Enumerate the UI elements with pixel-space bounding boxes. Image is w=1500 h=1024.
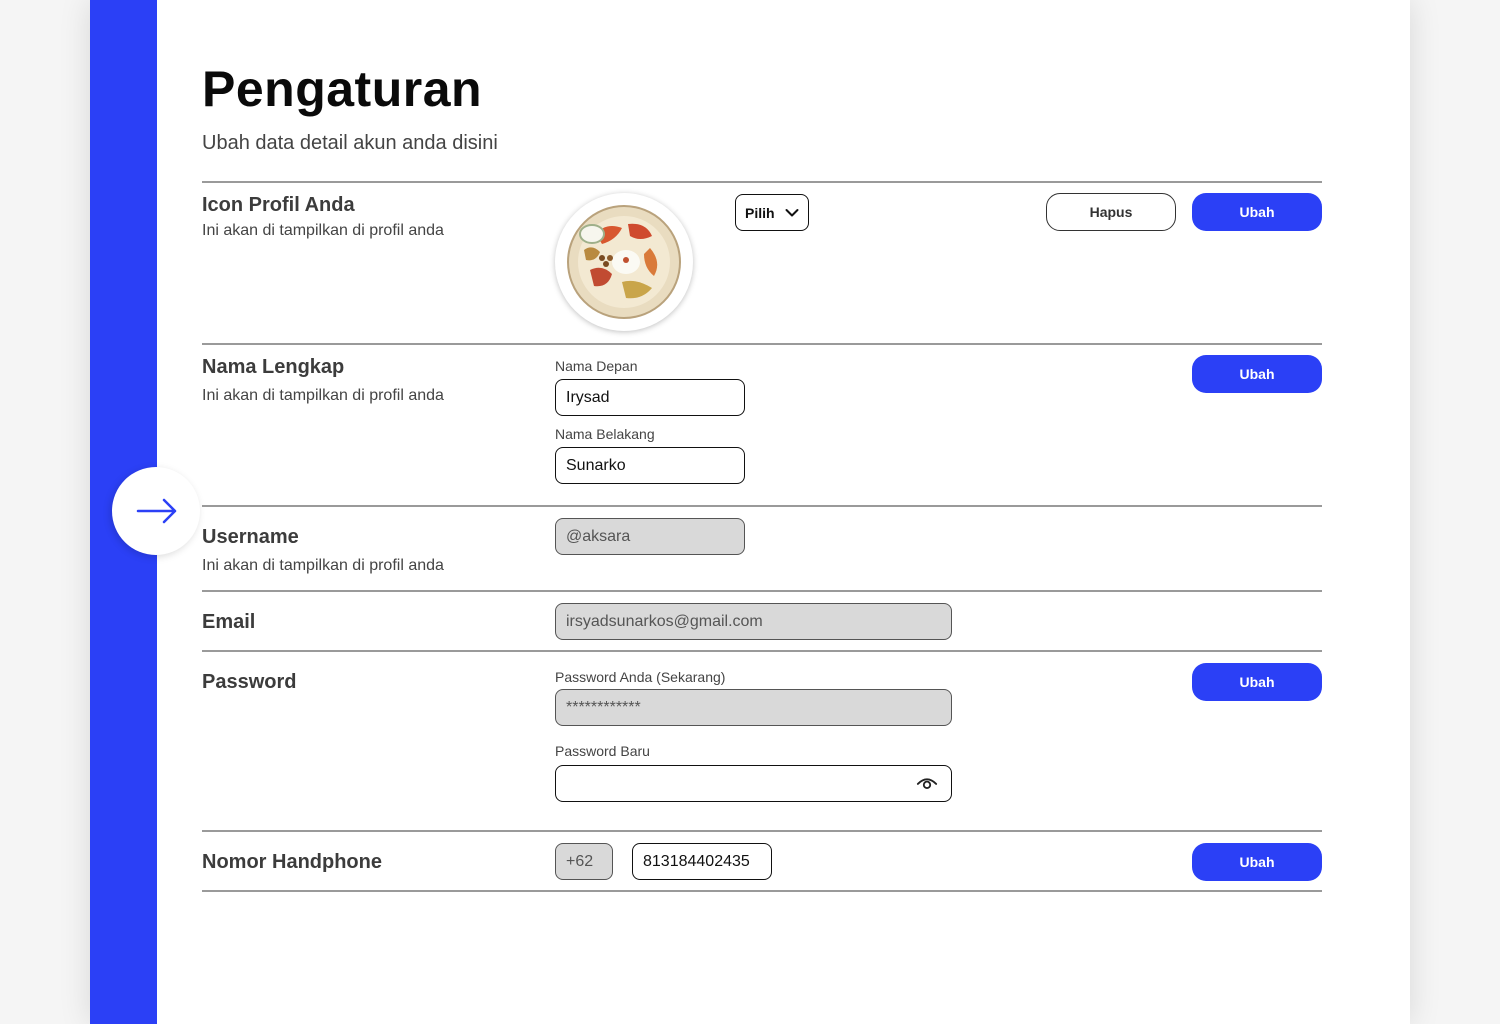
current-password-label: Password Anda (Sekarang) [555, 669, 726, 685]
username-label: Username [202, 526, 299, 548]
phone-number-field[interactable] [632, 843, 772, 880]
divider [202, 590, 1322, 592]
page-title: Pengaturan [202, 61, 483, 117]
settings-window: Pengaturan Ubah data detail akun anda di… [90, 0, 1410, 1024]
first-name-field[interactable] [555, 379, 745, 416]
email-label: Email [202, 611, 256, 633]
avatar-select-dropdown[interactable]: Pilih [735, 194, 809, 231]
avatar-select-label: Pilih [745, 204, 775, 221]
full-name-label: Nama Lengkap [202, 356, 345, 378]
avatar[interactable] [555, 193, 693, 331]
new-password-field[interactable] [555, 765, 952, 802]
profile-icon-description: Ini akan di tampilkan di profil anda [202, 222, 444, 239]
email-field[interactable] [555, 603, 952, 640]
profile-icon-label: Icon Profil Anda [202, 194, 355, 216]
divider [202, 505, 1322, 507]
divider [202, 343, 1322, 345]
change-name-button[interactable]: Ubah [1192, 355, 1322, 393]
chevron-down-icon [785, 208, 799, 216]
username-field[interactable] [555, 518, 745, 555]
country-code-field[interactable] [555, 843, 613, 880]
change-password-button[interactable]: Ubah [1192, 663, 1322, 701]
page-subtitle: Ubah data detail akun anda disini [202, 132, 498, 154]
delete-avatar-button[interactable]: Hapus [1046, 193, 1176, 231]
phone-label: Nomor Handphone [202, 851, 382, 873]
password-label: Password [202, 671, 297, 693]
divider [202, 181, 1322, 183]
change-phone-button[interactable]: Ubah [1192, 843, 1322, 881]
divider [202, 830, 1322, 832]
username-description: Ini akan di tampilkan di profil anda [202, 557, 444, 574]
new-password-label: Password Baru [555, 743, 650, 759]
last-name-field[interactable] [555, 447, 745, 484]
food-plate-image [567, 205, 681, 319]
eye-icon[interactable] [916, 772, 938, 794]
first-name-label: Nama Depan [555, 358, 638, 374]
change-avatar-button[interactable]: Ubah [1192, 193, 1322, 231]
full-name-description: Ini akan di tampilkan di profil anda [202, 387, 444, 404]
arrow-right-icon [136, 498, 177, 524]
current-password-field[interactable] [555, 689, 952, 726]
sidebar-toggle-button[interactable] [112, 467, 200, 555]
divider [202, 890, 1322, 892]
divider [202, 650, 1322, 652]
last-name-label: Nama Belakang [555, 426, 655, 442]
